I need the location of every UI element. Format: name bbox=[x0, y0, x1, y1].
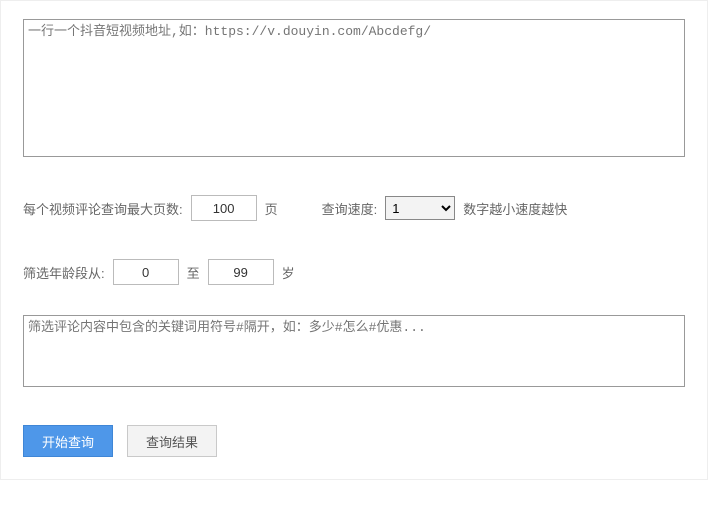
keyword-filter-textarea[interactable] bbox=[23, 315, 685, 387]
query-form-panel: 每个视频评论查询最大页数: 页 查询速度: 1 数字越小速度越快 筛选年龄段从:… bbox=[0, 0, 708, 480]
speed-hint: 数字越小速度越快 bbox=[463, 199, 567, 218]
query-results-button[interactable]: 查询结果 bbox=[127, 425, 217, 457]
button-row: 开始查询 查询结果 bbox=[23, 425, 685, 457]
age-label: 筛选年龄段从: bbox=[23, 263, 105, 282]
age-to-input[interactable] bbox=[208, 259, 274, 285]
speed-label: 查询速度: bbox=[322, 199, 378, 218]
speed-select[interactable]: 1 bbox=[385, 196, 455, 220]
start-query-button[interactable]: 开始查询 bbox=[23, 425, 113, 457]
age-row: 筛选年龄段从: 至 岁 bbox=[23, 259, 685, 285]
age-sep: 至 bbox=[187, 263, 200, 282]
max-pages-input[interactable] bbox=[191, 195, 257, 221]
video-urls-textarea[interactable] bbox=[23, 19, 685, 157]
pages-speed-row: 每个视频评论查询最大页数: 页 查询速度: 1 数字越小速度越快 bbox=[23, 195, 685, 221]
age-unit: 岁 bbox=[282, 263, 295, 282]
max-pages-unit: 页 bbox=[265, 199, 278, 218]
age-from-input[interactable] bbox=[113, 259, 179, 285]
max-pages-label: 每个视频评论查询最大页数: bbox=[23, 199, 183, 218]
